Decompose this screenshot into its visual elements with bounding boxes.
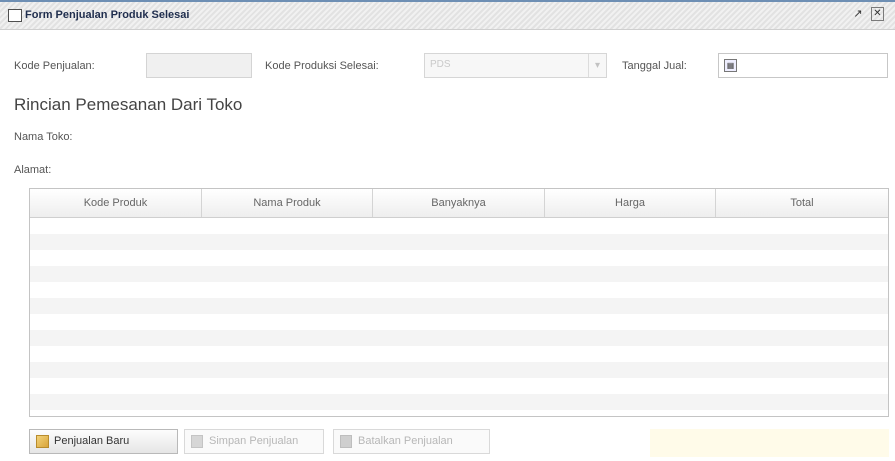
window-title: Form Penjualan Produk Selesai xyxy=(25,9,190,21)
kode-penjualan-field[interactable] xyxy=(146,53,252,78)
save-sale-button[interactable]: Simpan Penjualan xyxy=(184,429,324,454)
new-sale-button[interactable]: Penjualan Baru xyxy=(29,429,178,454)
cancel-icon xyxy=(340,435,352,448)
new-document-icon xyxy=(36,435,49,448)
save-sale-label: Simpan Penjualan xyxy=(209,435,299,447)
column-header-banyaknya[interactable]: Banyaknya xyxy=(373,189,545,217)
grid-body xyxy=(30,218,888,416)
cancel-sale-label: Batalkan Penjualan xyxy=(358,435,453,447)
cancel-sale-button[interactable]: Batalkan Penjualan xyxy=(333,429,490,454)
window-titlebar: Form Penjualan Produk Selesai ↗ ✕ xyxy=(0,0,895,30)
minimize-icon[interactable]: ↗ xyxy=(851,7,865,21)
column-header-kode-produk[interactable]: Kode Produk xyxy=(30,189,202,217)
kode-produksi-value: PDS xyxy=(430,59,451,70)
column-header-total[interactable]: Total xyxy=(716,189,888,217)
calendar-icon[interactable]: ▦ xyxy=(724,59,737,72)
alamat-label: Alamat: xyxy=(14,164,52,176)
tanggal-jual-label: Tanggal Jual: xyxy=(622,60,687,72)
kode-penjualan-label: Kode Penjualan: xyxy=(14,60,95,72)
nama-toko-label: Nama Toko: xyxy=(14,131,73,143)
grid-header: Kode Produk Nama Produk Banyaknya Harga … xyxy=(30,189,888,218)
column-header-harga[interactable]: Harga xyxy=(545,189,716,217)
close-icon[interactable]: ✕ xyxy=(871,7,884,21)
product-grid[interactable]: Kode Produk Nama Produk Banyaknya Harga … xyxy=(29,188,889,417)
section-title: Rincian Pemesanan Dari Toko xyxy=(14,95,243,114)
form-icon xyxy=(8,9,22,22)
chevron-down-icon[interactable]: ▾ xyxy=(588,54,606,77)
save-icon xyxy=(191,435,203,448)
kode-produksi-label: Kode Produksi Selesai: xyxy=(265,60,379,72)
new-sale-label: Penjualan Baru xyxy=(54,435,130,447)
kode-produksi-combobox[interactable]: PDS ▾ xyxy=(424,53,607,78)
column-header-nama-produk[interactable]: Nama Produk xyxy=(202,189,373,217)
status-area xyxy=(650,429,889,457)
tanggal-jual-field[interactable]: ▦ xyxy=(718,53,888,78)
